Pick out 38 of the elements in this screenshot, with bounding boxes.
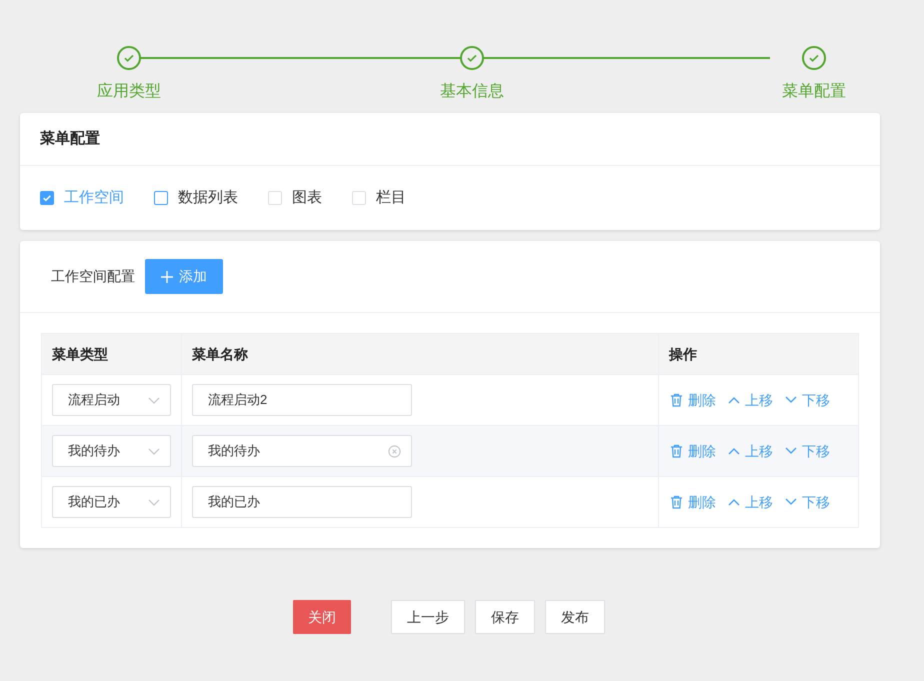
type-select[interactable]: 流程启动	[52, 384, 171, 416]
step-label: 菜单配置	[782, 82, 846, 102]
trash-icon	[670, 393, 683, 407]
column-header: 操作	[669, 344, 697, 364]
name-field[interactable]: 我的待办	[192, 435, 412, 467]
chevron-down-icon	[785, 498, 797, 506]
type-select[interactable]: 我的待办	[52, 435, 171, 467]
checkbox[interactable]	[154, 191, 168, 205]
checkbox-option[interactable]: 数据列表	[154, 186, 238, 210]
checkbox[interactable]	[40, 191, 54, 205]
step-label: 基本信息	[440, 82, 504, 102]
chevron-up-icon	[728, 498, 740, 506]
footer-button[interactable]: 上一步	[391, 600, 465, 634]
footer-button[interactable]: 保存	[475, 600, 535, 634]
close-button[interactable]: 关闭	[293, 600, 351, 634]
chevron-up-icon	[728, 447, 740, 455]
type-select[interactable]: 我的已办	[52, 486, 171, 518]
name-field[interactable]: 我的已办	[192, 486, 412, 518]
trash-icon	[670, 495, 683, 509]
name-field[interactable]: 流程启动2	[192, 384, 412, 416]
chevron-down-icon	[785, 447, 797, 455]
check-icon	[42, 193, 52, 203]
clear-icon[interactable]	[388, 444, 401, 458]
section-title: 工作空间配置	[51, 267, 135, 286]
plus-icon	[161, 270, 173, 282]
column-header: 菜单名称	[192, 344, 248, 364]
card-title: 菜单配置	[40, 128, 100, 149]
checkbox-option[interactable]: 图表	[268, 186, 322, 210]
trash-icon	[670, 444, 683, 458]
step-label: 应用类型	[97, 82, 161, 102]
chevron-down-icon	[148, 448, 160, 454]
chevron-down-icon	[148, 396, 160, 404]
column-header: 菜单类型	[52, 344, 108, 364]
footer-button[interactable]: 发布	[545, 600, 605, 634]
chevron-down-icon	[785, 396, 797, 404]
chevron-down-icon	[148, 498, 160, 506]
checkbox-option[interactable]: 栏目	[352, 186, 406, 210]
chevron-up-icon	[728, 396, 740, 404]
